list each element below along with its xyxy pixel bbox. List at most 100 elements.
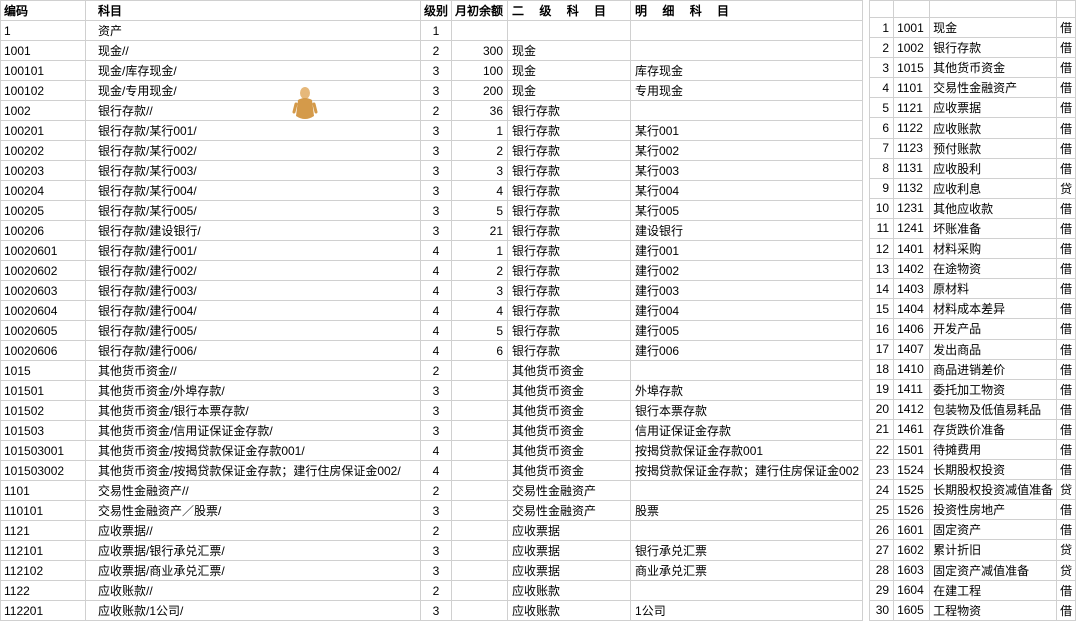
table-row[interactable]: 112201应收账款/1公司/3应收账款1公司	[1, 601, 863, 621]
cell-balance	[452, 481, 508, 501]
cell-detail: 某行003	[631, 161, 863, 181]
table-row[interactable]: 100202银行存款/某行002/32银行存款某行002	[1, 141, 863, 161]
table-row[interactable]: 10020604银行存款/建行004/44银行存款建行004	[1, 301, 863, 321]
table-row[interactable]: 111241坏账准备借	[870, 218, 1076, 238]
cell-nm: 坏账准备	[930, 218, 1057, 238]
cell-ac: 1603	[894, 560, 930, 580]
table-row[interactable]: 241525长期股权投资减值准备贷	[870, 480, 1076, 500]
cell-nm: 待摊费用	[930, 439, 1057, 459]
table-row[interactable]: 61122应收账款借	[870, 118, 1076, 138]
table-row[interactable]: 221501待摊费用借	[870, 439, 1076, 459]
table-row[interactable]: 261601固定资产借	[870, 520, 1076, 540]
table-row[interactable]: 81131应收股利借	[870, 158, 1076, 178]
cell-level: 3	[421, 61, 452, 81]
cell-code: 100202	[1, 141, 86, 161]
table-row[interactable]: 31015其他货币资金借	[870, 58, 1076, 78]
cell-nm: 应收利息	[930, 178, 1057, 198]
table-row[interactable]: 121401材料采购借	[870, 239, 1076, 259]
table-row[interactable]: 231524长期股权投资借	[870, 460, 1076, 480]
table-row[interactable]: 291604在建工程借	[870, 580, 1076, 600]
cell-n: 29	[870, 580, 894, 600]
table-row[interactable]: 110101交易性金融资产／股票/3交易性金融资产股票	[1, 501, 863, 521]
table-row[interactable]: 112102应收票据/商业承兑汇票/3应收票据商业承兑汇票	[1, 561, 863, 581]
table-row[interactable]: 100206银行存款/建设银行/321银行存款建设银行	[1, 221, 863, 241]
cell-nm: 应收股利	[930, 158, 1057, 178]
table-row[interactable]: 100102现金/专用现金/3200现金专用现金	[1, 81, 863, 101]
cell-detail: 银行承兑汇票	[631, 541, 863, 561]
table-row[interactable]: 10020602银行存款/建行002/42银行存款建行002	[1, 261, 863, 281]
table-row[interactable]: 1101交易性金融资产//2交易性金融资产	[1, 481, 863, 501]
cell-l2: 银行存款	[508, 141, 631, 161]
cell-ac: 1122	[894, 118, 930, 138]
table-row[interactable]: 1资产1	[1, 21, 863, 41]
cell-dc: 借	[1057, 259, 1076, 279]
cell-nm: 在途物资	[930, 259, 1057, 279]
table-row[interactable]: 101231其他应收款借	[870, 198, 1076, 218]
table-row[interactable]: 1122应收账款//2应收账款	[1, 581, 863, 601]
cell-subject: 其他货币资金/外埠存款/	[86, 381, 421, 401]
table-row[interactable]: 91132应收利息贷	[870, 178, 1076, 198]
cell-dc: 借	[1057, 439, 1076, 459]
cell-level: 2	[421, 361, 452, 381]
table-row[interactable]: 211461存货跌价准备借	[870, 419, 1076, 439]
cell-level: 3	[421, 81, 452, 101]
table-row[interactable]: 101501其他货币资金/外埠存款/3其他货币资金外埠存款	[1, 381, 863, 401]
table-row[interactable]: 161406开发产品借	[870, 319, 1076, 339]
table-row[interactable]: 100205银行存款/某行005/35银行存款某行005	[1, 201, 863, 221]
table-row[interactable]: 10020605银行存款/建行005/45银行存款建行005	[1, 321, 863, 341]
cell-nm: 投资性房地产	[930, 500, 1057, 520]
cell-nm: 开发产品	[930, 319, 1057, 339]
table-row[interactable]: 201412包装物及低值易耗品借	[870, 399, 1076, 419]
table-row[interactable]: 41101交易性金融资产借	[870, 78, 1076, 98]
cell-l2: 交易性金融资产	[508, 481, 631, 501]
cell-balance	[452, 21, 508, 41]
cell-dc: 借	[1057, 118, 1076, 138]
table-row[interactable]: 171407发出商品借	[870, 339, 1076, 359]
table-row[interactable]: 21002银行存款借	[870, 38, 1076, 58]
table-row[interactable]: 11001现金借	[870, 18, 1076, 38]
cell-dc: 借	[1057, 520, 1076, 540]
table-row[interactable]: 301605工程物资借	[870, 600, 1076, 620]
cell-dc: 借	[1057, 78, 1076, 98]
table-row[interactable]: 141403原材料借	[870, 279, 1076, 299]
cell-dc: 借	[1057, 38, 1076, 58]
table-row[interactable]: 271602累计折旧贷	[870, 540, 1076, 560]
cell-balance: 300	[452, 41, 508, 61]
cell-balance: 5	[452, 201, 508, 221]
table-row[interactable]: 191411委托加工物资借	[870, 379, 1076, 399]
cell-subject: 应收账款/1公司/	[86, 601, 421, 621]
table-row[interactable]: 100201银行存款/某行001/31银行存款某行001	[1, 121, 863, 141]
table-row[interactable]: 1015其他货币资金//2其他货币资金	[1, 361, 863, 381]
cell-n: 8	[870, 158, 894, 178]
table-row[interactable]: 51121应收票据借	[870, 98, 1076, 118]
table-row[interactable]: 101503其他货币资金/信用证保证金存款/3其他货币资金信用证保证金存款	[1, 421, 863, 441]
table-row[interactable]: 281603固定资产减值准备贷	[870, 560, 1076, 580]
table-row[interactable]: 151404材料成本差异借	[870, 299, 1076, 319]
cell-level: 3	[421, 201, 452, 221]
table-row[interactable]: 112101应收票据/银行承兑汇票/3应收票据银行承兑汇票	[1, 541, 863, 561]
table-row[interactable]: 10020603银行存款/建行003/43银行存款建行003	[1, 281, 863, 301]
table-row[interactable]: 100204银行存款/某行004/34银行存款某行004	[1, 181, 863, 201]
cell-ac: 1605	[894, 600, 930, 620]
cell-ac: 1406	[894, 319, 930, 339]
table-row[interactable]: 101503002其他货币资金/按揭贷款保证金存款；建行住房保证金002/4其他…	[1, 461, 863, 481]
cell-code: 1101	[1, 481, 86, 501]
table-row[interactable]: 10020601银行存款/建行001/41银行存款建行001	[1, 241, 863, 261]
table-row[interactable]: 101503001其他货币资金/按揭贷款保证金存款001/4其他货币资金按揭贷款…	[1, 441, 863, 461]
table-row[interactable]: 100101现金/库存现金/3100现金库存现金	[1, 61, 863, 81]
cell-l2: 银行存款	[508, 101, 631, 121]
table-row[interactable]: 181410商品进销差价借	[870, 359, 1076, 379]
table-row[interactable]: 101502其他货币资金/银行本票存款/3其他货币资金银行本票存款	[1, 401, 863, 421]
cell-ac: 1241	[894, 218, 930, 238]
table-row[interactable]: 131402在途物资借	[870, 259, 1076, 279]
table-row[interactable]: 1121应收票据//2应收票据	[1, 521, 863, 541]
table-row[interactable]: 100203银行存款/某行003/33银行存款某行003	[1, 161, 863, 181]
cell-balance	[452, 501, 508, 521]
table-row[interactable]: 251526投资性房地产借	[870, 500, 1076, 520]
table-row[interactable]: 71123预付账款借	[870, 138, 1076, 158]
table-row[interactable]: 1002银行存款//236银行存款	[1, 101, 863, 121]
table-row[interactable]: 1001现金//2300现金	[1, 41, 863, 61]
table-row[interactable]: 10020606银行存款/建行006/46银行存款建行006	[1, 341, 863, 361]
cell-code: 10020606	[1, 341, 86, 361]
cell-ac: 1132	[894, 178, 930, 198]
